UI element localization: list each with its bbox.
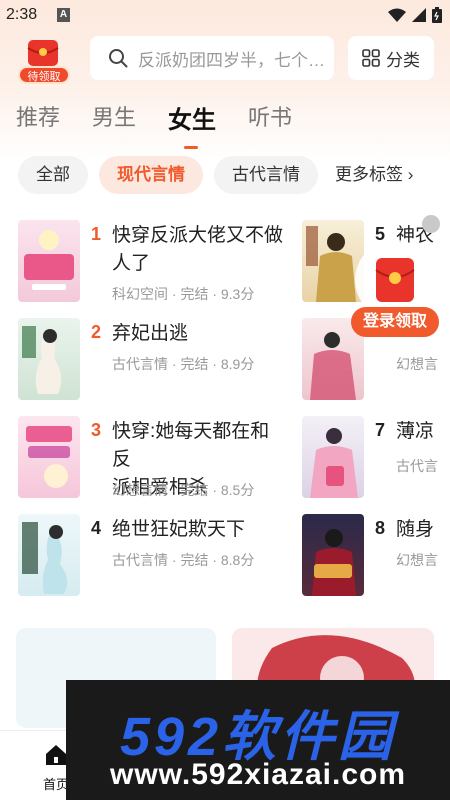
login-claim-button[interactable]: 登录领取 <box>351 307 439 337</box>
cover-art <box>22 326 62 394</box>
redpacket-badge: 待领取 <box>18 66 70 84</box>
genre-chips: 全部 现代言情 古代言情 更多标签 › <box>18 156 419 194</box>
book-cover <box>18 514 80 596</box>
book-cover <box>302 514 364 596</box>
category-button[interactable]: 分类 <box>348 36 434 80</box>
book-meta: 幻想言 <box>396 356 438 372</box>
book-item[interactable]: 1 快穿反派大佬又不做 人了 科幻空间 · 完结 · 9.3分 <box>18 220 288 302</box>
book-meta: 古代言 <box>396 458 438 474</box>
book-title: 弃妃出逃 <box>112 320 188 348</box>
grid-icon <box>362 49 380 67</box>
chip-all[interactable]: 全部 <box>18 156 88 194</box>
book-title-line: 人了 <box>112 253 151 274</box>
book-rank: 4 <box>91 518 102 538</box>
book-item[interactable]: 2 弃妃出逃 古代言情 · 完结 · 8.9分 <box>18 318 288 400</box>
book-title-line: 快穿:她每天都在和反 <box>112 421 270 470</box>
tab-recommend[interactable]: 推荐 <box>16 100 60 140</box>
battery-icon <box>432 7 442 23</box>
channel-tabs: 推荐 男生 女生 听书 <box>16 100 324 149</box>
book-cover <box>302 416 364 498</box>
wifi-icon <box>388 8 406 22</box>
status-bar: 2:38 A <box>0 0 450 30</box>
search-placeholder: 反派奶团四岁半，七个… <box>138 50 325 70</box>
book-item[interactable]: 7 薄凉 古代言 <box>302 416 450 498</box>
tab-female-label: 女生 <box>168 107 217 134</box>
search-icon <box>109 49 128 68</box>
category-label: 分类 <box>386 50 420 70</box>
chip-ancient-romance[interactable]: 古代言情 <box>214 156 318 194</box>
tab-audiobook[interactable]: 听书 <box>248 100 292 140</box>
cover-art <box>312 529 356 596</box>
book-rank: 1 <box>91 224 102 244</box>
cover-art <box>310 428 358 498</box>
book-rank: 3 <box>91 420 102 440</box>
signal-icon <box>412 8 426 22</box>
redpacket-entry[interactable]: 待领取 <box>14 36 72 84</box>
book-title: 薄凉 <box>396 421 435 442</box>
book-meta: 古代言情 · 完结 · 8.9分 <box>112 356 255 372</box>
book-rank: 8 <box>375 518 386 538</box>
book-title: 绝世狂妃欺天下 <box>112 516 245 544</box>
home-icon <box>46 745 66 765</box>
book-item[interactable]: 3 快穿:她每天都在和反 派相爱相杀 幻想言情 · 完结 · 8.5分 <box>18 416 288 498</box>
notification-a-icon: A <box>57 8 70 22</box>
book-item[interactable]: 4 绝世狂妃欺天下 古代言情 · 完结 · 8.8分 <box>18 514 288 596</box>
chip-more-tags[interactable]: 更多标签 › <box>329 156 419 194</box>
book-cover <box>18 416 80 498</box>
book-title-line: 快穿反派大佬又不做 <box>112 225 284 246</box>
book-rank: 2 <box>91 322 102 342</box>
status-icons <box>388 7 442 23</box>
book-title: 快穿反派大佬又不做 人了 <box>112 222 283 278</box>
book-meta: 幻想言情 · 完结 · 8.5分 <box>112 482 255 498</box>
tab-active-indicator <box>184 146 199 149</box>
book-meta: 科幻空间 · 完结 · 9.3分 <box>112 286 255 302</box>
book-meta: 古代言情 · 完结 · 8.8分 <box>112 552 255 568</box>
book-cover <box>18 318 80 400</box>
book-cover <box>18 220 80 302</box>
book-title-line: 弃妃出逃 <box>112 323 189 344</box>
watermark: 592软件园 www.592xiazai.com <box>66 680 450 800</box>
chip-modern-romance[interactable]: 现代言情 <box>99 156 203 194</box>
book-title: 随身 <box>396 519 435 540</box>
close-float-button[interactable] <box>422 215 440 233</box>
cover-art <box>26 426 72 488</box>
book-meta: 幻想言 <box>396 552 438 568</box>
cover-art <box>24 230 74 290</box>
book-item[interactable]: 8 随身 幻想言 <box>302 514 450 596</box>
cover-art <box>22 522 68 594</box>
book-title-line: 绝世狂妃欺天下 <box>112 519 246 540</box>
status-time: 2:38 <box>6 6 38 23</box>
tab-male[interactable]: 男生 <box>92 100 136 140</box>
tab-female[interactable]: 女生 <box>168 100 217 149</box>
watermark-url: www.592xiazai.com <box>109 758 407 791</box>
book-rank: 7 <box>375 420 386 440</box>
search-input[interactable]: 反派奶团四岁半，七个… <box>90 36 334 80</box>
